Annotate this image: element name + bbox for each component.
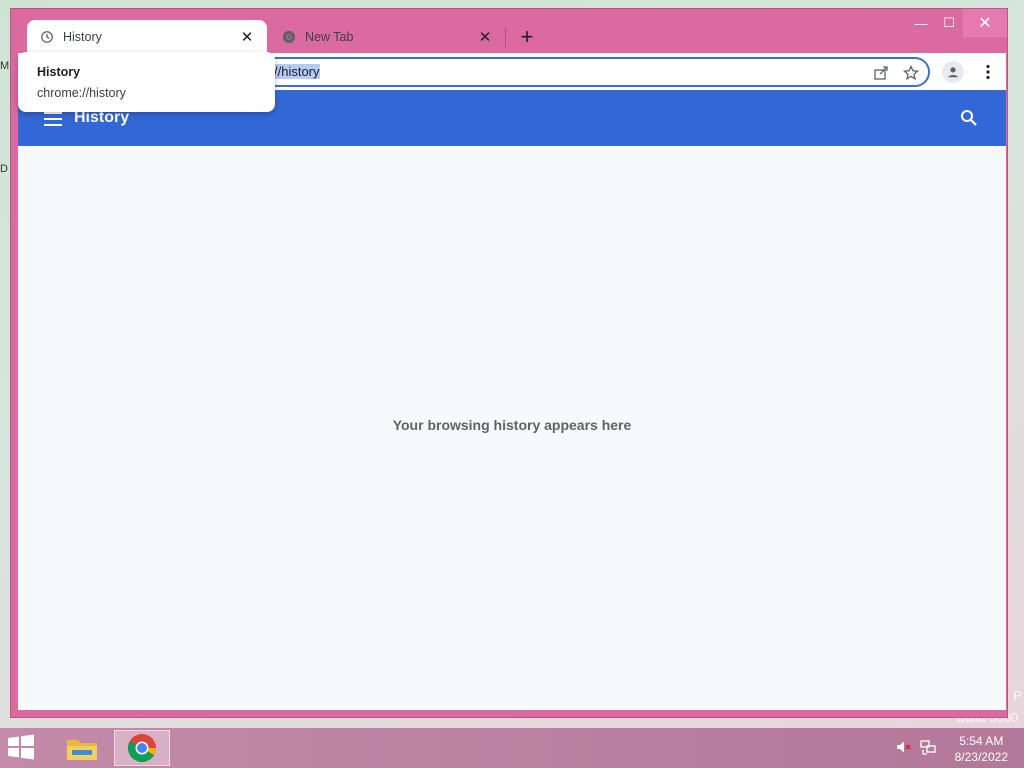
share-icon[interactable] xyxy=(870,62,892,84)
desktop-label-fragment: D xyxy=(0,163,8,175)
search-icon[interactable] xyxy=(960,109,980,129)
desktop-watermark-fragment: P xyxy=(1013,688,1022,703)
bookmark-star-icon[interactable] xyxy=(900,62,922,84)
minimize-button[interactable]: — xyxy=(907,9,935,37)
taskbar-clock[interactable]: 5:54 AM 8/23/2022 xyxy=(955,733,1008,765)
close-window-button[interactable]: ✕ xyxy=(963,9,1007,37)
tab-title: History xyxy=(63,30,102,44)
maximize-button[interactable]: ☐ xyxy=(935,9,963,37)
chrome-taskbar-icon[interactable] xyxy=(114,730,170,766)
network-icon[interactable] xyxy=(919,738,937,761)
hover-card-url: chrome://history xyxy=(37,86,126,100)
chrome-icon xyxy=(281,29,297,45)
hover-card-title: History xyxy=(37,65,81,79)
file-explorer-icon[interactable] xyxy=(54,730,110,766)
window-controls: — ☐ ✕ xyxy=(907,9,1007,37)
empty-history-message: Your browsing history appears here xyxy=(392,417,632,433)
history-icon xyxy=(39,29,55,45)
more-menu-icon[interactable] xyxy=(982,61,994,83)
clock-time: 5:54 AM xyxy=(959,734,1004,748)
tab-close-icon[interactable]: ✕ xyxy=(477,29,493,46)
taskbar: 5:54 AM 8/23/2022 xyxy=(0,728,1024,768)
system-tray xyxy=(895,738,937,761)
tab-new-tab[interactable]: New Tab ✕ xyxy=(269,20,505,54)
volume-muted-icon[interactable] xyxy=(895,738,913,761)
tab-separator xyxy=(505,27,506,47)
tab-title: New Tab xyxy=(305,30,354,44)
tab-history[interactable]: History ✕ xyxy=(27,20,267,54)
hamburger-menu-icon[interactable] xyxy=(44,112,62,126)
address-bar-selected-text: //history xyxy=(274,64,320,79)
desktop-label-fragment: M xyxy=(0,60,10,72)
profile-avatar-icon[interactable] xyxy=(942,61,964,83)
tab-close-icon[interactable]: ✕ xyxy=(239,29,255,46)
history-page: History Your browsing history appears he… xyxy=(18,90,1006,710)
clock-date: 8/23/2022 xyxy=(954,750,1008,764)
new-tab-button[interactable]: + xyxy=(514,24,540,50)
browser-window: — ☐ ✕ History ✕ New Tab ✕ + //history Hi… xyxy=(10,8,1008,718)
windows-start-icon[interactable] xyxy=(6,734,40,762)
address-bar-actions xyxy=(870,62,922,84)
tab-hover-card: History chrome://history xyxy=(18,52,275,112)
address-bar-text[interactable]: //history xyxy=(274,64,320,79)
